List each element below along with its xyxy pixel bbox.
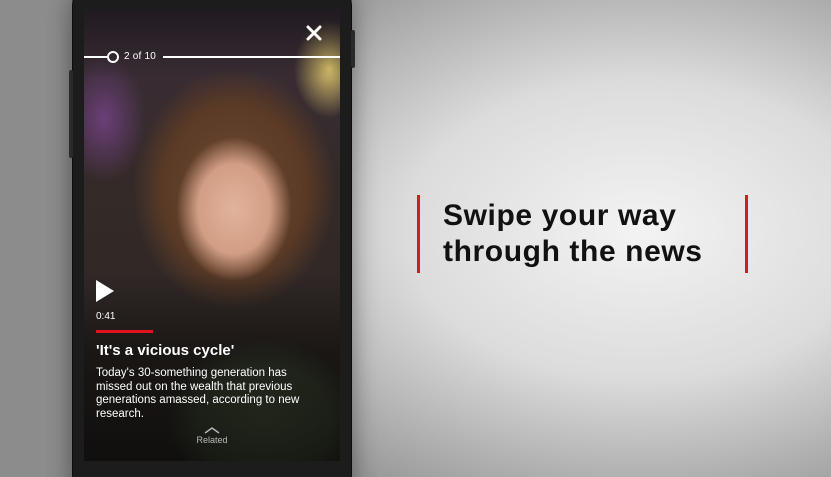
progress-count: 2 of 10 [124, 51, 156, 62]
phone-side-button-right [351, 30, 355, 68]
tagline-bar-left [417, 195, 420, 273]
play-button[interactable] [94, 278, 116, 304]
story-summary: Today's 30-something generation has miss… [96, 367, 300, 420]
chevron-up-icon [204, 427, 220, 434]
tagline-line-1: Swipe your way [443, 199, 677, 232]
close-button[interactable] [302, 21, 326, 45]
close-icon [306, 25, 322, 41]
progress-knob[interactable] [107, 51, 119, 63]
story-headline: 'It's a vicious cycle' [96, 342, 235, 359]
video-player-screen[interactable]: 2 of 10 0:41 'It's a vicious cycle' Toda… [84, 9, 340, 461]
promo-stage: 2 of 10 0:41 'It's a vicious cycle' Toda… [0, 0, 831, 477]
video-duration: 0:41 [96, 311, 116, 322]
tagline-text: Swipe your way through the news [443, 198, 703, 270]
tagline-bar-right [745, 195, 748, 273]
tagline-block: Swipe your way through the news [417, 195, 748, 273]
related-button[interactable]: Related [192, 427, 232, 445]
phone-side-button-left [69, 70, 73, 158]
progress-track-right [163, 56, 340, 58]
progress-track-left [84, 56, 108, 58]
tagline-line-2: through the news [443, 235, 703, 268]
play-icon [96, 280, 114, 302]
headline-accent-bar [96, 330, 153, 333]
related-label: Related [196, 435, 228, 445]
